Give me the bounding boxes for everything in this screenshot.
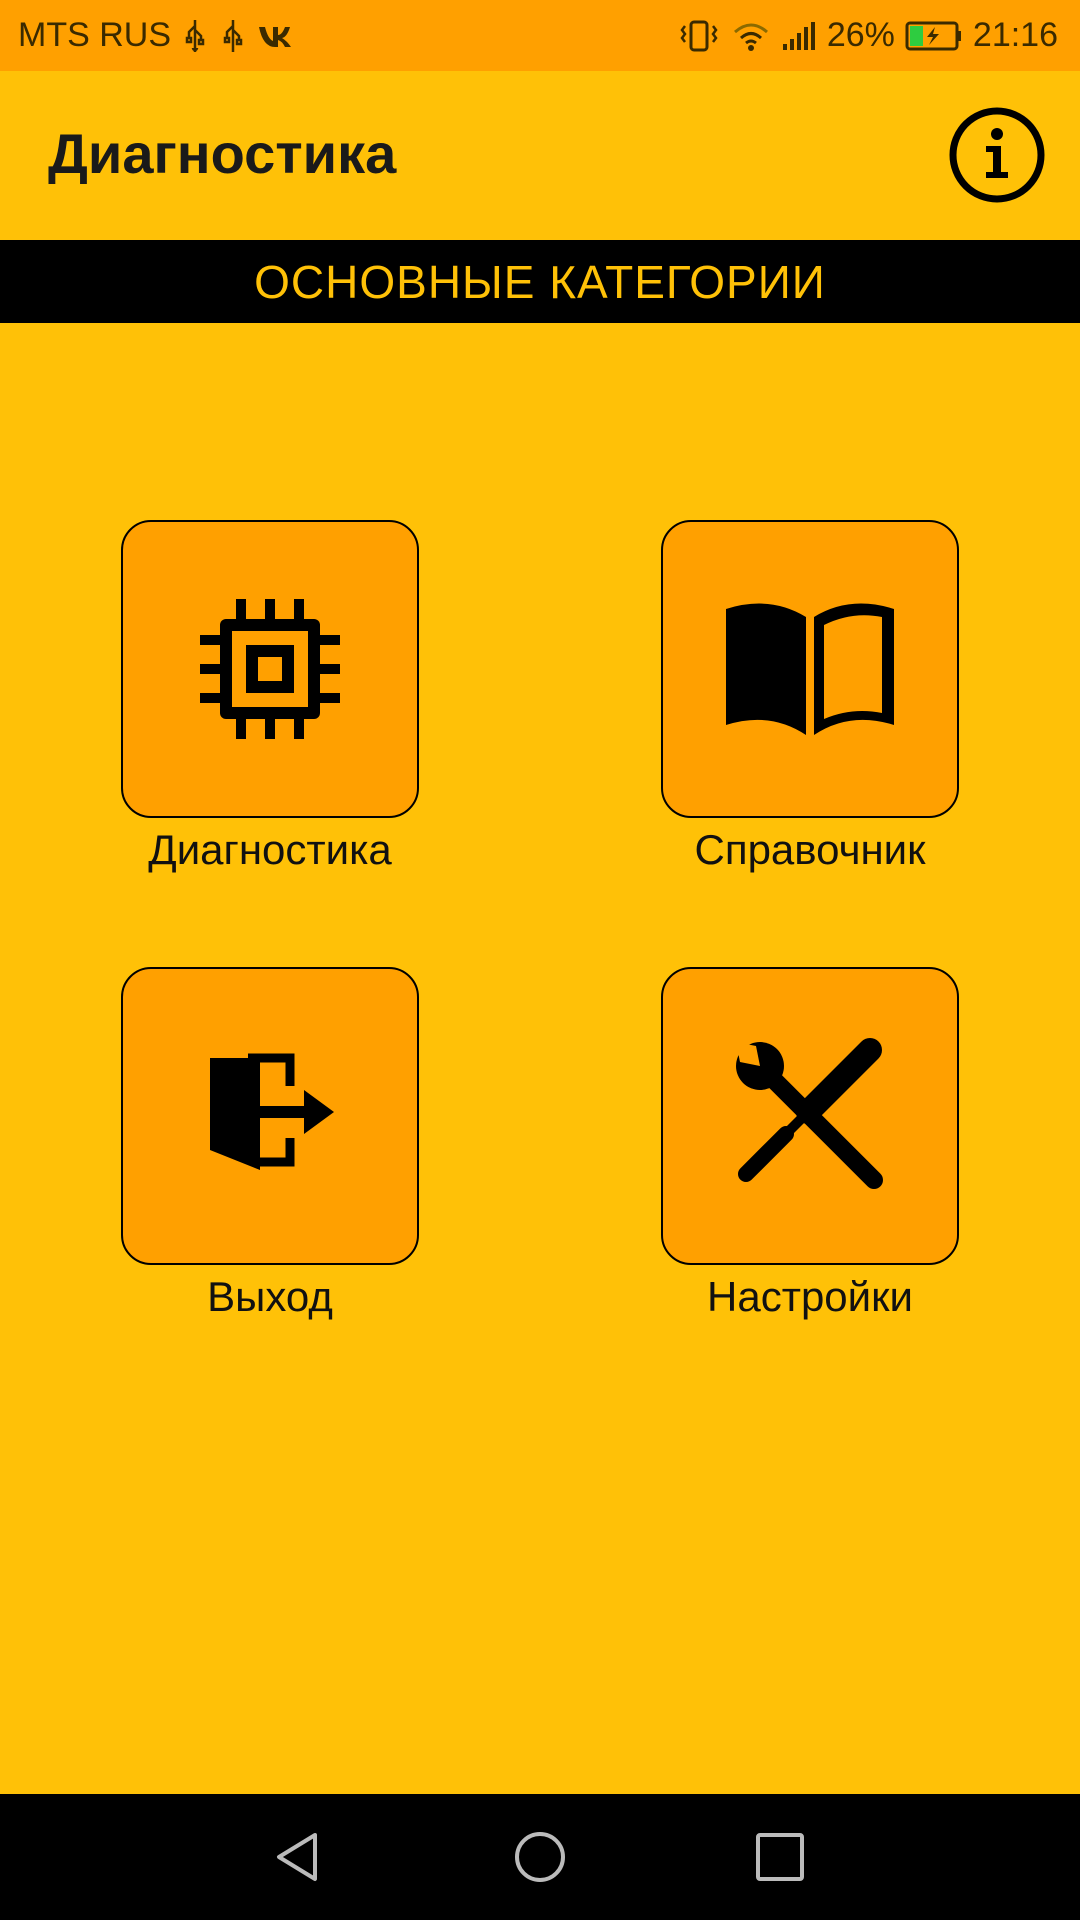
- recents-icon: [756, 1833, 804, 1881]
- vk-icon: [257, 23, 293, 49]
- chip-icon: [200, 599, 340, 739]
- section-title: ОСНОВНЫЕ КАТЕГОРИИ: [254, 255, 826, 308]
- home-icon: [515, 1832, 565, 1882]
- settings-button[interactable]: [661, 967, 959, 1265]
- book-icon: [726, 603, 894, 735]
- info-button[interactable]: [948, 106, 1046, 204]
- info-icon: [949, 107, 1045, 203]
- exit-icon: [210, 1053, 334, 1170]
- app-bar: Диагностика: [0, 71, 1080, 239]
- diagnostics-button[interactable]: [121, 520, 419, 818]
- clock: 21:16: [972, 16, 1058, 54]
- carrier-name: MTS RUS: [18, 16, 171, 54]
- tools-icon: [736, 1038, 883, 1189]
- wifi-icon: [731, 20, 771, 52]
- signal-icon: [781, 20, 817, 52]
- reference-button[interactable]: [661, 520, 959, 818]
- back-icon: [277, 1833, 317, 1881]
- recents-button[interactable]: [745, 1822, 815, 1892]
- battery-charging-icon: [905, 21, 963, 51]
- status-bar: MTS RUS 26% 21:16: [0, 0, 1080, 71]
- back-button[interactable]: [264, 1822, 334, 1892]
- exit-button[interactable]: [121, 967, 419, 1265]
- tile-label-exit: Выход: [207, 1273, 333, 1320]
- status-bar-left: MTS RUS: [18, 0, 293, 71]
- tile-label-reference: Справочник: [694, 826, 926, 873]
- section-header: ОСНОВНЫЕ КАТЕГОРИИ: [0, 240, 1080, 323]
- home-button[interactable]: [505, 1822, 575, 1892]
- status-bar-right: 26% 21:16: [677, 0, 1058, 71]
- battery-percent: 26%: [826, 16, 895, 54]
- vibrate-icon: [677, 18, 721, 54]
- usb-icon: [181, 18, 209, 54]
- tile-label-diagnostics: Диагностика: [148, 826, 392, 873]
- usb-icon: [219, 18, 247, 54]
- page-title: Диагностика: [48, 122, 397, 185]
- navigation-bar: [0, 1794, 1080, 1920]
- tile-label-settings: Настройки: [707, 1273, 913, 1320]
